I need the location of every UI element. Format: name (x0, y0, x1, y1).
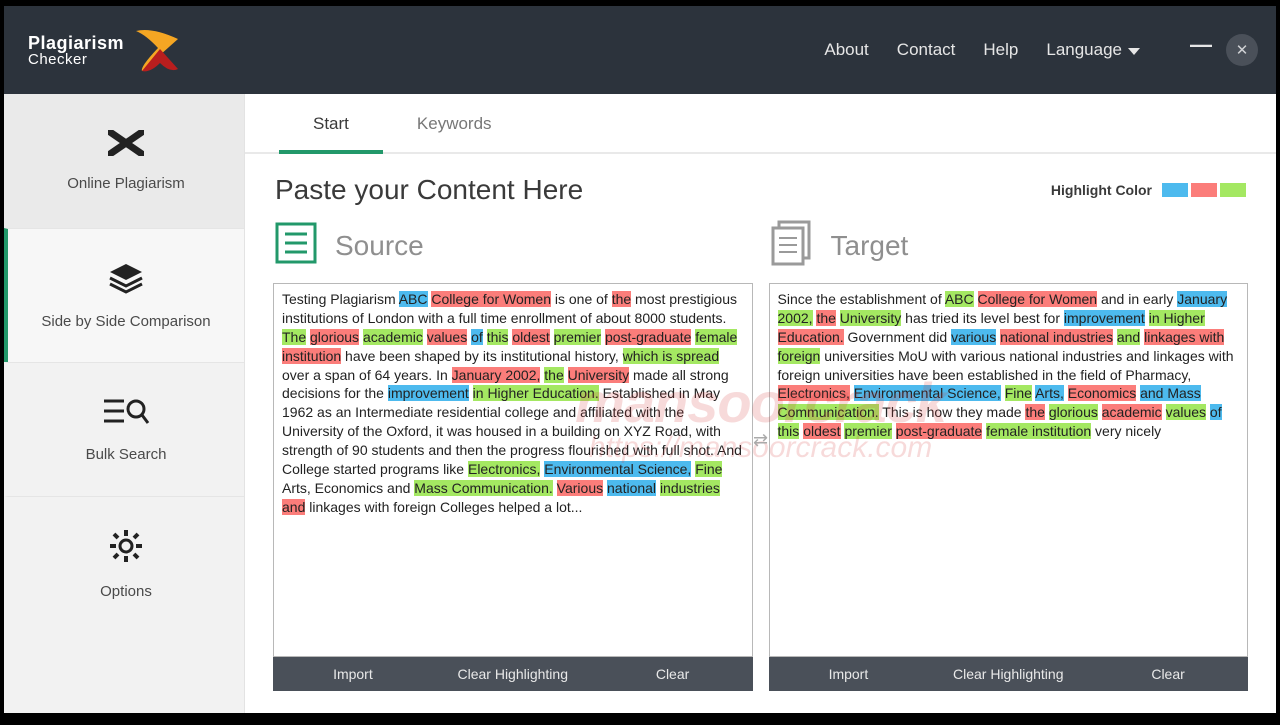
gear-icon (108, 528, 144, 569)
layers-icon (106, 262, 146, 299)
target-import-button[interactable]: Import (769, 657, 929, 691)
sidebar-item-label: Bulk Search (86, 446, 167, 463)
source-clear-button[interactable]: Clear (593, 657, 753, 691)
tab-start[interactable]: Start (279, 94, 383, 154)
target-textbox[interactable]: Since the establishment of ABC College f… (769, 283, 1249, 657)
source-title: Source (335, 230, 424, 262)
logo-line2: Checker (28, 52, 124, 67)
source-import-button[interactable]: Import (273, 657, 433, 691)
sidebar-item-side-by-side[interactable]: Side by Side Comparison (4, 228, 244, 362)
sidebar-item-label: Online Plagiarism (67, 175, 185, 192)
source-clear-highlighting-button[interactable]: Clear Highlighting (433, 657, 593, 691)
logo-x-icon (132, 25, 182, 75)
logo: Plagiarism Checker (28, 25, 182, 75)
tabs: Start Keywords (245, 94, 1276, 154)
page-title: Paste your Content Here (275, 174, 583, 206)
nav-about[interactable]: About (824, 40, 868, 60)
tab-keywords[interactable]: Keywords (383, 94, 526, 154)
highlight-color-swatches[interactable] (1162, 183, 1246, 197)
sidebar-item-options[interactable]: Options (4, 496, 244, 630)
top-nav: About Contact Help Language — ✕ (824, 34, 1258, 66)
nav-language[interactable]: Language (1046, 40, 1140, 60)
nav-help[interactable]: Help (983, 40, 1018, 60)
source-panel: Source Testing Plagiarism ABC College fo… (273, 220, 753, 691)
minimize-button[interactable]: — (1190, 45, 1212, 55)
sidebar-item-online-plagiarism[interactable]: Online Plagiarism (4, 94, 244, 228)
logo-line1: Plagiarism (28, 34, 124, 52)
app-header: Plagiarism Checker About Contact Help La… (4, 6, 1276, 94)
sidebar-item-label: Side by Side Comparison (41, 313, 210, 330)
target-clear-highlighting-button[interactable]: Clear Highlighting (928, 657, 1088, 691)
sidebar: Online Plagiarism Side by Side Compariso… (4, 94, 244, 713)
x-icon (108, 130, 144, 161)
target-clear-button[interactable]: Clear (1088, 657, 1248, 691)
target-title: Target (831, 230, 909, 262)
source-textbox[interactable]: Testing Plagiarism ABC College for Women… (273, 283, 753, 657)
sidebar-item-bulk-search[interactable]: Bulk Search (4, 362, 244, 496)
list-search-icon (102, 397, 150, 432)
chevron-down-icon (1128, 48, 1140, 55)
swap-icon[interactable]: ⇄ (753, 430, 768, 451)
nav-contact[interactable]: Contact (897, 40, 956, 60)
sidebar-item-label: Options (100, 583, 152, 600)
close-button[interactable]: ✕ (1226, 34, 1258, 66)
documents-icon (769, 220, 815, 271)
highlight-color-label: Highlight Color (1051, 182, 1152, 198)
target-panel: Target Since the establishment of ABC Co… (769, 220, 1249, 691)
document-lines-icon (273, 220, 319, 271)
